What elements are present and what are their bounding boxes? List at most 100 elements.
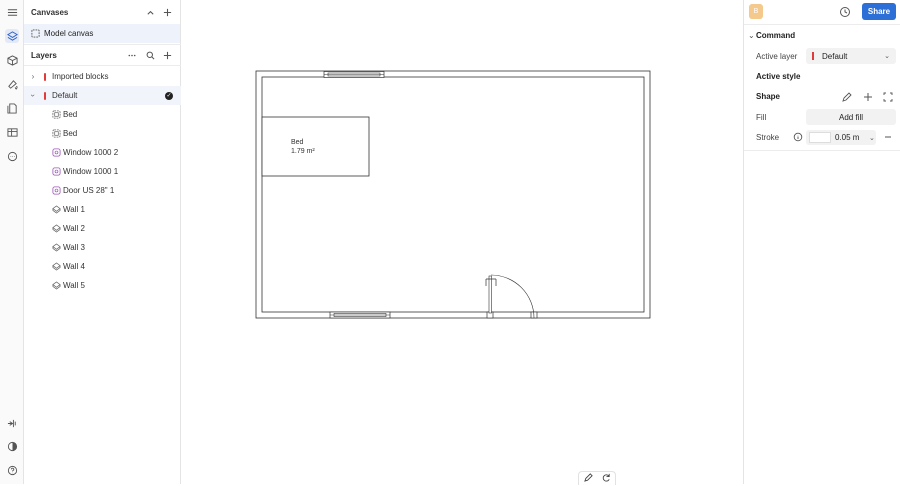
object-row-wall[interactable]: Wall 4 bbox=[24, 257, 181, 276]
object-label: Wall 4 bbox=[63, 262, 85, 271]
add-canvas-icon[interactable] bbox=[161, 6, 173, 18]
comments-icon[interactable] bbox=[5, 149, 19, 163]
object-row-wall[interactable]: Wall 5 bbox=[24, 276, 181, 295]
add-layer-icon[interactable] bbox=[161, 49, 173, 61]
block-icon bbox=[52, 110, 61, 119]
wall-icon bbox=[52, 262, 61, 271]
menu-icon[interactable] bbox=[5, 5, 19, 19]
object-label: Window 1000 2 bbox=[63, 148, 119, 157]
chevron-down-icon: ⌄ bbox=[869, 134, 875, 142]
share-button[interactable]: Share bbox=[862, 3, 896, 20]
chevron-down-icon[interactable]: › bbox=[29, 92, 38, 100]
add-style-icon[interactable] bbox=[863, 92, 873, 102]
window-bottom[interactable] bbox=[329, 311, 391, 319]
layer-color-marker bbox=[812, 52, 814, 60]
collapse-icon[interactable] bbox=[144, 6, 156, 18]
block-icon bbox=[52, 129, 61, 138]
component-icon bbox=[52, 186, 61, 195]
object-label: Wall 1 bbox=[63, 205, 85, 214]
history-icon[interactable] bbox=[839, 6, 851, 18]
stroke-width-select[interactable]: 0.05 m ⌄ bbox=[806, 130, 876, 145]
object-row-wall[interactable]: Wall 3 bbox=[24, 238, 181, 257]
right-panel: B Share ⌄ Command Active layer Default ⌄… bbox=[743, 0, 900, 484]
stroke-label: Stroke bbox=[756, 133, 780, 142]
canvas-item-label: Model canvas bbox=[44, 29, 94, 38]
shape-title: Shape bbox=[756, 92, 781, 101]
active-style-title: Active style bbox=[756, 72, 801, 81]
command-title: Command bbox=[756, 31, 796, 40]
more-options-icon[interactable] bbox=[126, 49, 138, 61]
drawing-canvas[interactable]: Bed 1.79 m² bbox=[181, 0, 743, 484]
object-label: Bed bbox=[63, 110, 78, 119]
layers-header: Layers bbox=[24, 44, 181, 66]
object-row-bed[interactable]: Bed bbox=[24, 124, 181, 143]
object-label: Door US 28" 1 bbox=[63, 186, 115, 195]
canvas-toolbar bbox=[578, 471, 616, 485]
window-top[interactable] bbox=[323, 71, 385, 78]
wall-icon bbox=[52, 281, 61, 290]
icon-rail bbox=[0, 0, 24, 484]
floor-plan bbox=[255, 70, 651, 319]
canvas-icon bbox=[31, 29, 40, 38]
bed-block[interactable] bbox=[261, 116, 370, 177]
add-fill-button[interactable]: Add fill bbox=[806, 109, 896, 125]
edit-icon[interactable] bbox=[583, 473, 593, 484]
styles-icon[interactable] bbox=[5, 77, 19, 91]
object-label: Wall 5 bbox=[63, 281, 85, 290]
layer-color-marker bbox=[44, 72, 46, 81]
active-layer-label: Active layer bbox=[756, 52, 798, 61]
object-row-wall[interactable]: Wall 1 bbox=[24, 200, 181, 219]
chevron-down-icon: ⌄ bbox=[884, 53, 890, 60]
object-row-wall[interactable]: Wall 2 bbox=[24, 219, 181, 238]
remove-stroke-icon[interactable] bbox=[883, 133, 893, 141]
theme-icon[interactable] bbox=[5, 439, 19, 453]
search-icon[interactable] bbox=[144, 49, 156, 61]
avatar[interactable]: B bbox=[749, 4, 763, 19]
layer-row-default[interactable]: › Default ✓ bbox=[24, 86, 181, 105]
stroke-width-value: 0.05 m bbox=[835, 133, 860, 142]
divider bbox=[744, 24, 900, 25]
object-row-bed[interactable]: Bed bbox=[24, 105, 181, 124]
wall-icon bbox=[52, 224, 61, 233]
object-label: Wall 2 bbox=[63, 224, 85, 233]
fill-label: Fill bbox=[756, 113, 767, 122]
left-panel: Canvases Model canvas Layers › Imported … bbox=[24, 0, 181, 484]
active-layer-value: Default bbox=[822, 51, 848, 61]
bed-label: Bed bbox=[291, 139, 304, 146]
detach-style-icon[interactable] bbox=[883, 92, 893, 102]
object-label: Wall 3 bbox=[63, 243, 85, 252]
wall-icon bbox=[52, 205, 61, 214]
component-icon bbox=[52, 148, 61, 157]
chevron-down-icon[interactable]: ⌄ bbox=[748, 31, 755, 40]
documents-icon[interactable] bbox=[5, 101, 19, 115]
canvases-header: Canvases bbox=[24, 0, 181, 24]
wall-inner[interactable] bbox=[261, 76, 645, 313]
help-icon[interactable] bbox=[5, 463, 19, 477]
pointer-tool-icon[interactable] bbox=[5, 416, 19, 430]
info-icon[interactable] bbox=[793, 132, 803, 142]
active-layer-select[interactable]: Default ⌄ bbox=[806, 48, 896, 64]
active-layer-check-icon: ✓ bbox=[165, 91, 173, 100]
canvases-title: Canvases bbox=[31, 7, 69, 17]
object-row-window[interactable]: Window 1000 1 bbox=[24, 162, 181, 181]
redo-icon[interactable] bbox=[602, 473, 611, 484]
table-icon[interactable] bbox=[5, 125, 19, 139]
layers-title: Layers bbox=[31, 50, 57, 60]
stroke-color-swatch[interactable] bbox=[809, 132, 831, 143]
object-row-window[interactable]: Window 1000 2 bbox=[24, 143, 181, 162]
bed-annotation: Bed 1.79 m² bbox=[291, 138, 315, 156]
object-row-door[interactable]: Door US 28" 1 bbox=[24, 181, 181, 200]
object-label: Window 1000 1 bbox=[63, 167, 119, 176]
layers-icon[interactable] bbox=[5, 29, 19, 43]
divider bbox=[744, 150, 900, 151]
component-icon bbox=[52, 167, 61, 176]
wall-outer[interactable] bbox=[255, 70, 651, 319]
edit-style-icon[interactable] bbox=[842, 92, 852, 102]
blocks-icon[interactable] bbox=[5, 53, 19, 67]
wall-icon bbox=[52, 243, 61, 252]
canvas-item-model[interactable]: Model canvas bbox=[24, 24, 180, 43]
layer-row-imported-blocks[interactable]: › Imported blocks bbox=[24, 67, 181, 86]
chevron-right-icon[interactable]: › bbox=[29, 72, 37, 81]
layer-label: Imported blocks bbox=[52, 72, 109, 81]
door-block[interactable] bbox=[485, 274, 538, 319]
